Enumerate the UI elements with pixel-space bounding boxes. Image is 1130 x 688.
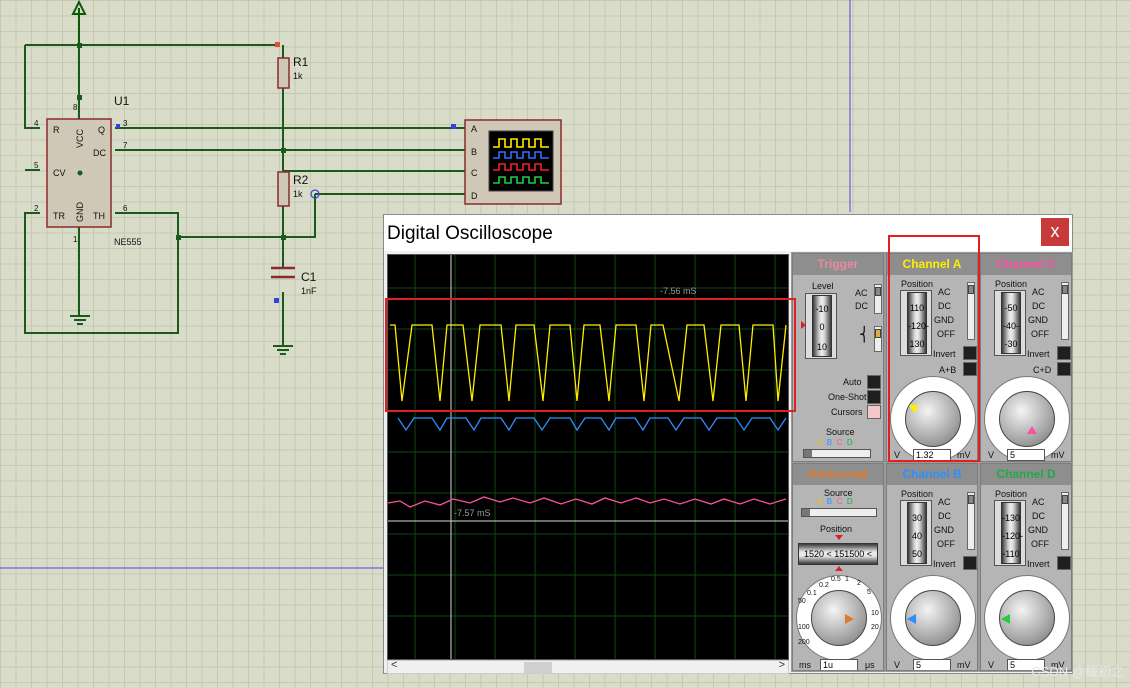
c1-ref: C1 <box>301 270 317 284</box>
watermark: CSDN @鐵初之 <box>1031 664 1124 679</box>
scroll-right-arrow[interactable]: > <box>779 659 785 671</box>
trigger-dc-label: DC <box>855 301 868 311</box>
pin-q: Q <box>98 125 105 135</box>
scroll-thumb[interactable] <box>524 662 552 673</box>
channel-b-panel: Channel B Position 30 40 50 AC DC GND OF… <box>886 463 978 671</box>
r2-ref: R2 <box>293 173 309 187</box>
cursors-label: Cursors <box>831 407 863 417</box>
horizontal-title: Horizontal <box>793 464 883 485</box>
trigger-title: Trigger <box>793 254 883 275</box>
channel-c-sum-button[interactable] <box>1057 362 1071 376</box>
ground-symbols <box>70 315 293 355</box>
channel-d-panel: Channel D Position -130 -120- -110 AC DC… <box>980 463 1072 671</box>
pin-gnd: GND <box>75 202 85 223</box>
svg-text:5: 5 <box>34 161 39 170</box>
svg-text:D: D <box>471 191 478 201</box>
trigger-source-label: Source <box>826 427 855 437</box>
channel-d-position-drum[interactable]: -130 -120- -110 <box>1001 502 1023 564</box>
u1-part: NE555 <box>114 237 142 247</box>
horizontal-scrollbar[interactable]: < > <box>387 659 789 674</box>
timebase-value-field[interactable]: 1u <box>820 659 858 670</box>
channel-b-invert-button[interactable] <box>963 556 977 570</box>
trigger-level-slot: -10 0 10 <box>805 293 837 359</box>
trigger-source-slider[interactable] <box>803 449 871 458</box>
channel-c-value-field[interactable]: 5 <box>1007 449 1045 461</box>
highlight-box-trace <box>385 298 796 412</box>
highlight-box-channel-a <box>888 235 980 462</box>
horizontal-panel: Horizontal Source A B C D Position 1520 … <box>792 463 884 671</box>
channel-d-coupling-slider[interactable] <box>1061 492 1069 550</box>
svg-text:B: B <box>471 147 477 157</box>
channel-c-invert-button[interactable] <box>1057 346 1071 360</box>
trigger-edge-slider[interactable] <box>874 326 882 352</box>
edge-icon: ⎨ <box>859 326 870 342</box>
channel-d-invert-button[interactable] <box>1057 556 1071 570</box>
svg-text:4: 4 <box>34 119 39 128</box>
cursor-label-top: -7.56 mS <box>660 286 697 296</box>
channel-c-position-drum[interactable]: -50 -40- -30 <box>1001 292 1021 354</box>
channel-c-panel: Channel C Position -50 -40- -30 AC DC GN… <box>980 253 1072 462</box>
r2-value: 1k <box>293 189 303 199</box>
channel-c-volts-knob[interactable] <box>999 391 1055 447</box>
svg-text:8: 8 <box>73 103 78 112</box>
svg-text:7: 7 <box>123 141 128 150</box>
pin-vcc: VCC <box>75 128 85 148</box>
channel-c-title: Channel C <box>981 254 1071 275</box>
timebase-knob[interactable] <box>811 590 867 646</box>
r2-resistor[interactable] <box>277 171 290 207</box>
horizontal-position-drum[interactable]: 1520 < 151500 < <box>798 543 878 565</box>
pin-cv: CV <box>53 168 66 178</box>
svg-text:A: A <box>471 124 477 134</box>
r1-ref: R1 <box>293 55 309 69</box>
trace-channel-b <box>397 417 787 432</box>
channel-b-coupling-slider[interactable] <box>967 492 975 550</box>
channel-c-coupling-slider[interactable] <box>1061 282 1069 340</box>
trace-channel-c <box>387 496 787 508</box>
c1-capacitor[interactable] <box>271 266 295 279</box>
close-button[interactable]: x <box>1041 218 1069 246</box>
trigger-level-drum[interactable]: -10 0 10 <box>812 295 832 357</box>
trigger-coupling-slider[interactable] <box>874 284 882 314</box>
channel-d-title: Channel D <box>981 464 1071 485</box>
scope-component[interactable] <box>464 119 562 205</box>
trigger-panel: Trigger Level -10 0 10 AC DC ⎨ Auto One-… <box>792 253 884 462</box>
scroll-left-arrow[interactable]: < <box>391 659 397 671</box>
timebase-unit-right: μs <box>865 660 875 670</box>
u1-ref: U1 <box>114 94 130 108</box>
svg-text:2: 2 <box>34 204 39 213</box>
svg-text:1: 1 <box>73 235 78 244</box>
pin-dc: DC <box>93 148 106 158</box>
oneshot-button[interactable] <box>867 390 881 404</box>
trigger-ac-label: AC <box>855 288 868 298</box>
channel-b-title: Channel B <box>887 464 977 485</box>
trigger-level-label: Level <box>812 281 834 291</box>
pin-r: R <box>53 125 60 135</box>
horizontal-position-label: Position <box>820 524 853 534</box>
channel-b-value-field[interactable]: 5 <box>913 659 951 670</box>
cursor-label-mid: -7.57 mS <box>454 508 491 518</box>
cursors-button[interactable] <box>867 405 881 419</box>
channel-b-position-drum[interactable]: 30 40 50 <box>907 502 927 564</box>
svg-text:C: C <box>471 168 478 178</box>
pin-th: TH <box>93 211 105 221</box>
window-title: Digital Oscilloscope <box>387 223 553 244</box>
r1-resistor[interactable] <box>277 57 290 89</box>
horizontal-source-slider[interactable] <box>801 508 877 517</box>
timebase-unit-left: ms <box>799 660 811 670</box>
svg-text:3: 3 <box>123 119 128 128</box>
pin-tr: TR <box>53 211 65 221</box>
r1-value: 1k <box>293 71 303 81</box>
c1-value: 1nF <box>301 286 317 296</box>
oneshot-label: One-Shot <box>828 392 867 402</box>
svg-text:6: 6 <box>123 204 128 213</box>
auto-label: Auto <box>843 377 862 387</box>
auto-button[interactable] <box>867 375 881 389</box>
power-terminal[interactable] <box>71 0 87 45</box>
